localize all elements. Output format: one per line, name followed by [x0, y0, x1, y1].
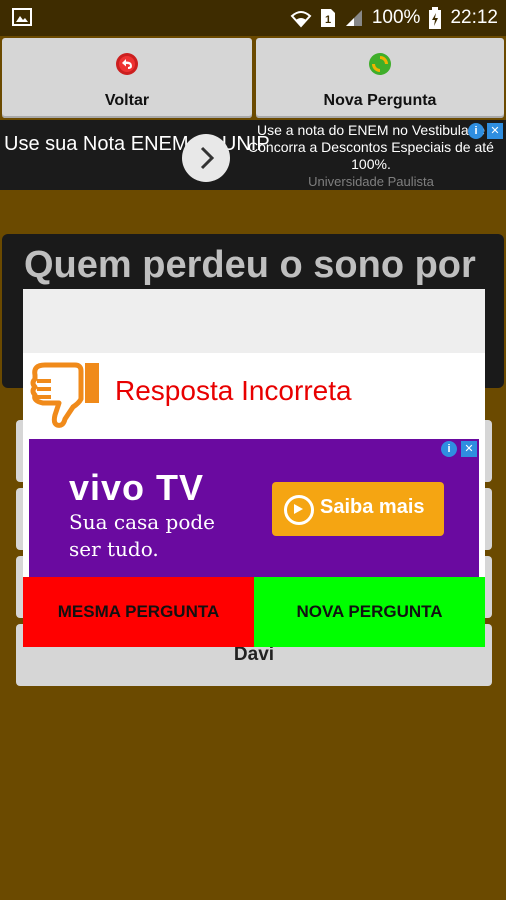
ad-close-icon[interactable]: ✕: [461, 441, 477, 457]
back-icon: [116, 53, 138, 75]
answer-label: Davi: [233, 644, 275, 665]
dialog-header: [23, 289, 485, 353]
ad-advertiser: Universidade Paulista: [308, 174, 434, 189]
ad-slogan: Sua casa pode ser tudo.: [69, 510, 216, 561]
ad-brand: vivo TV: [69, 467, 205, 508]
ad-info-icon[interactable]: i: [441, 441, 457, 457]
battery-charging-icon: [429, 7, 442, 29]
saiba-mais-button[interactable]: Saiba mais: [272, 482, 444, 536]
same-question-label: MESMA PERGUNTA: [57, 602, 220, 621]
back-button[interactable]: Voltar: [2, 38, 252, 118]
signal-icon: [345, 10, 362, 26]
cta-label: Saiba mais: [320, 496, 425, 518]
ad-info-icon[interactable]: i: [468, 123, 484, 139]
ad-close-icon[interactable]: ✕: [487, 123, 503, 139]
new-question-label: Nova Pergunta: [323, 92, 437, 109]
new-question-button[interactable]: Nova Pergunta: [256, 38, 504, 118]
ad-text: Use a nota do ENEM no Vestibular e Conco…: [240, 120, 502, 190]
top-ad-banner[interactable]: Use sua Nota ENEM na UNIP Use a nota do …: [0, 120, 506, 190]
clock: 22:12: [450, 7, 498, 28]
back-label: Voltar: [104, 92, 150, 109]
new-question-dialog-button[interactable]: NOVA PERGUNTA: [254, 577, 485, 647]
result-dialog: Resposta Incorreta vivo TV Sua casa pode…: [23, 289, 485, 647]
thumbs-down-icon: [30, 362, 99, 428]
refresh-icon: [369, 53, 391, 75]
gallery-icon: [12, 8, 32, 26]
new-question-dialog-label: NOVA PERGUNTA: [296, 602, 443, 621]
battery-percent: 100%: [371, 7, 421, 28]
same-question-button[interactable]: MESMA PERGUNTA: [23, 577, 254, 647]
status-bar: 1 100% 22:12: [0, 0, 506, 36]
wifi-icon: [290, 11, 312, 28]
chevron-right-icon: [200, 146, 215, 170]
result-title: Resposta Incorreta: [115, 375, 352, 406]
ad-arrow-button[interactable]: [182, 134, 230, 182]
vivo-ad[interactable]: vivo TV Sua casa pode ser tudo. Saiba ma…: [29, 439, 479, 581]
question-text: Quem perdeu o sono por: [24, 244, 476, 286]
sim-icon: 1: [320, 9, 335, 27]
svg-text:1: 1: [325, 14, 331, 26]
toolbar: Voltar Nova Pergunta: [0, 36, 506, 120]
